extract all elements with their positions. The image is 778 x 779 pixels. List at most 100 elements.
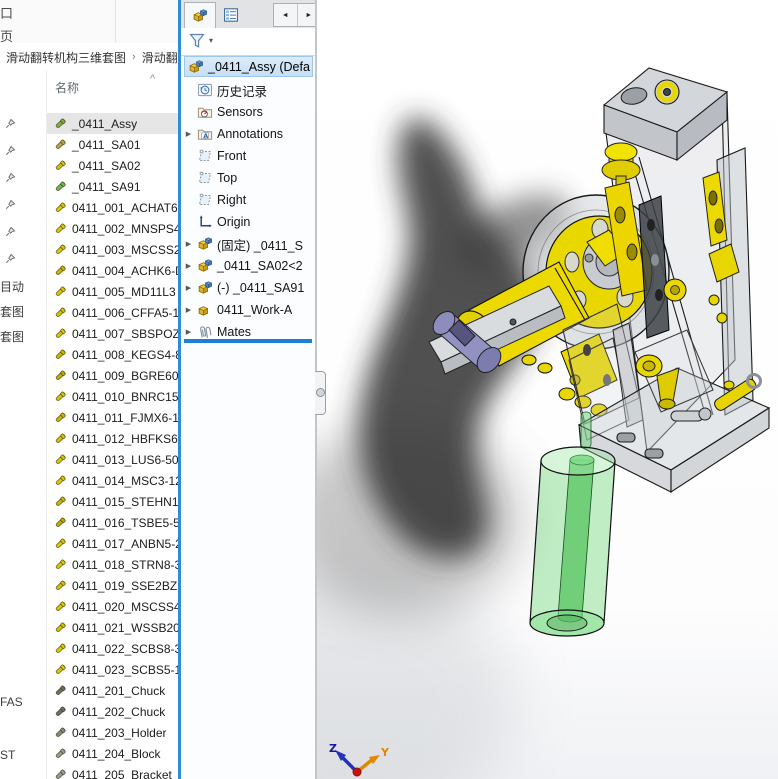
nav-item-fragment[interactable]: 目动: [0, 278, 24, 295]
list-item[interactable]: 0411_015_STEHN13: [47, 491, 178, 512]
expand-arrow-icon[interactable]: ▶: [184, 262, 193, 270]
pinned-item-icon[interactable]: [5, 251, 16, 269]
tree-item-plane[interactable]: Top: [181, 167, 315, 189]
list-item[interactable]: 0411_016_TSBE5-5: [47, 512, 178, 533]
part-file-icon: [54, 390, 67, 403]
breadcrumb-segment[interactable]: 滑动翻转机构三维套图: [6, 49, 126, 66]
tree-item-component[interactable]: ▶ (-) _0411_SA91: [181, 277, 315, 299]
tree-item-label: Sensors: [217, 105, 263, 119]
list-item[interactable]: _0411_SA02: [47, 155, 178, 176]
pinned-item-icon[interactable]: [5, 116, 16, 134]
file-name: _0411_SA91: [72, 179, 141, 194]
expand-arrow-icon[interactable]: ▶: [184, 284, 193, 292]
list-item[interactable]: _0411_SA91: [47, 176, 178, 197]
nav-item-fragment[interactable]: FAS: [0, 695, 23, 709]
nav-item-fragment[interactable]: 套图: [0, 303, 24, 320]
breadcrumb[interactable]: 滑动翻转机构三维套图 › 滑动翻: [0, 43, 184, 72]
file-name: 0411_014_MSC3-12: [72, 473, 178, 488]
tree-item-label: Mates: [217, 325, 252, 339]
list-item[interactable]: 0411_002_MNSPS4-M: [47, 218, 178, 239]
nav-item-fragment[interactable]: 套图: [0, 328, 24, 345]
part-file-icon: [54, 159, 67, 172]
list-item[interactable]: 0411_021_WSSB20-15: [47, 617, 178, 638]
tree-filter-bar[interactable]: ▾: [181, 28, 315, 56]
file-name: 0411_006_CFFA5-13: [72, 305, 178, 320]
tree-item-origin[interactable]: Origin: [181, 211, 315, 233]
explorer-file-list[interactable]: 名称 ^ _0411_Assy _0411_SA01 _0411_SA02 _0…: [47, 71, 178, 779]
expand-arrow-icon[interactable]: ▶: [184, 130, 193, 138]
list-item[interactable]: 0411_018_STRN8-30: [47, 554, 178, 575]
list-item[interactable]: 0411_007_SBSPOZ4-20: [47, 323, 178, 344]
file-name: 0411_204_Block: [72, 746, 161, 761]
part-file-icon: [54, 621, 67, 634]
tree-item-plane[interactable]: Right: [181, 189, 315, 211]
list-item[interactable]: 0411_011_FJMX6-1.0: [47, 407, 178, 428]
list-item[interactable]: 0411_017_ANBN5-25: [47, 533, 178, 554]
scroll-tabs-right-button[interactable]: ►: [296, 4, 316, 26]
list-item[interactable]: 0411_001_ACHAT6: [47, 197, 178, 218]
breadcrumb-segment[interactable]: 滑动翻: [142, 49, 178, 66]
list-item[interactable]: 0411_203_Holder: [47, 722, 178, 743]
list-item[interactable]: 0411_014_MSC3-12: [47, 470, 178, 491]
tree-item-plane[interactable]: Front: [181, 145, 315, 167]
list-item[interactable]: 0411_201_Chuck: [47, 680, 178, 701]
tree-root-assembly[interactable]: _0411_Assy (Defa: [184, 56, 313, 77]
tree-item-label: _0411_SA02<2: [217, 259, 303, 273]
list-item[interactable]: 0411_023_SCBS5-15: [47, 659, 178, 680]
tree-item-history[interactable]: 历史记录: [181, 79, 315, 101]
list-item[interactable]: 0411_022_SCBS8-35: [47, 638, 178, 659]
component-icon: [197, 258, 213, 274]
tab-propertymanager[interactable]: [217, 4, 245, 26]
file-name: 0411_011_FJMX6-1.0: [72, 410, 178, 425]
list-item[interactable]: 0411_019_SSE2BZ13-2: [47, 575, 178, 596]
tree-item-component[interactable]: ▶ (固定) _0411_S: [181, 233, 315, 255]
file-name: _0411_Assy: [72, 116, 138, 131]
filter-funnel-icon[interactable]: [188, 32, 206, 55]
nav-item-fragment[interactable]: ST: [0, 748, 15, 762]
scroll-tabs-left-button[interactable]: ◄: [274, 4, 297, 26]
component-icon: [197, 236, 213, 252]
column-header-name[interactable]: 名称: [55, 79, 79, 96]
list-item[interactable]: 0411_013_LUS6-500: [47, 449, 178, 470]
list-item[interactable]: 0411_020_MSCSS4-12: [47, 596, 178, 617]
list-item[interactable]: _0411_Assy: [47, 113, 178, 134]
expand-arrow-icon[interactable]: ▶: [184, 328, 193, 336]
sort-ascending-icon[interactable]: ^: [150, 73, 155, 85]
file-name: 0411_012_HBFKS6: [72, 431, 178, 446]
part-file-icon: [54, 327, 67, 340]
expand-arrow-icon[interactable]: ▶: [184, 240, 193, 248]
tree-item-part[interactable]: ▶ 0411_Work-A: [181, 299, 315, 321]
list-item[interactable]: 0411_202_Chuck: [47, 701, 178, 722]
list-item[interactable]: 0411_008_KEGS4-8: [47, 344, 178, 365]
tab-featuremanager[interactable]: [184, 2, 216, 28]
explorer-nav-pane[interactable]: 目动 套图 套图 FAS ST: [0, 71, 47, 779]
rollback-bar[interactable]: [184, 339, 312, 343]
list-item[interactable]: 0411_009_BGRE6002Z: [47, 365, 178, 386]
graphics-viewport[interactable]: Z Y: [317, 0, 778, 779]
tree-item-annotations[interactable]: ▶ A Annotations: [181, 123, 315, 145]
pinned-item-icon[interactable]: [5, 197, 16, 215]
file-name: 0411_205_Bracket: [72, 767, 172, 779]
list-item[interactable]: 0411_204_Block: [47, 743, 178, 764]
list-item[interactable]: 0411_003_MSCSS2-12: [47, 239, 178, 260]
list-item[interactable]: 0411_005_MD11L3: [47, 281, 178, 302]
tree-root-label: _0411_Assy (Defa: [208, 59, 310, 74]
tree-item-component[interactable]: ▶ _0411_SA02<2: [181, 255, 315, 277]
list-item[interactable]: 0411_006_CFFA5-13: [47, 302, 178, 323]
list-item[interactable]: 0411_012_HBFKS6: [47, 428, 178, 449]
list-item[interactable]: _0411_SA01: [47, 134, 178, 155]
part-file-icon: [54, 663, 67, 676]
expand-arrow-icon[interactable]: ▶: [184, 306, 193, 314]
part-file-icon: [54, 348, 67, 361]
filter-dropdown-caret-icon[interactable]: ▾: [209, 36, 213, 45]
assembly-icon: [188, 59, 204, 75]
pinned-item-icon[interactable]: [5, 224, 16, 242]
ribbon-fragment: 口: [0, 6, 14, 21]
list-item[interactable]: 0411_010_BNRC15: [47, 386, 178, 407]
tree-item-sensors[interactable]: Sensors: [181, 101, 315, 123]
pinned-item-icon[interactable]: [5, 170, 16, 188]
panel-collapse-handle[interactable]: [315, 371, 326, 415]
pinned-item-icon[interactable]: [5, 143, 16, 161]
list-item[interactable]: 0411_004_ACHK6-D: [47, 260, 178, 281]
list-item[interactable]: 0411_205_Bracket: [47, 764, 178, 779]
